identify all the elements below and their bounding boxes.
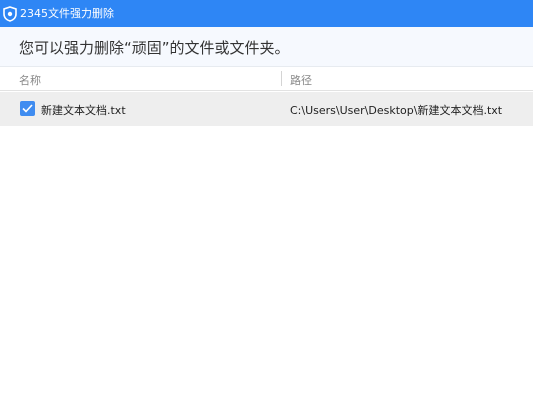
file-name: 新建文本文档.txt: [41, 104, 126, 117]
column-header-path[interactable]: 路径: [290, 72, 312, 88]
column-divider[interactable]: [281, 71, 282, 86]
shield-icon: [3, 5, 17, 22]
checkmark-icon: [22, 104, 33, 113]
table-header: 名称 路径: [0, 67, 533, 91]
title-bar: 2345文件强力删除: [0, 0, 533, 27]
file-path: C:\Users\User\Desktop\新建文本文档.txt: [290, 104, 503, 117]
notice-banner: 您可以强力删除“顽固”的文件或文件夹。: [0, 27, 533, 67]
notice-text: 您可以强力删除“顽固”的文件或文件夹。: [19, 39, 290, 57]
row-checkbox[interactable]: [20, 101, 35, 116]
column-header-name[interactable]: 名称: [19, 72, 41, 88]
window-title: 2345文件强力删除: [20, 7, 114, 20]
table-row[interactable]: 新建文本文档.txt C:\Users\User\Desktop\新建文本文档.…: [0, 92, 533, 126]
